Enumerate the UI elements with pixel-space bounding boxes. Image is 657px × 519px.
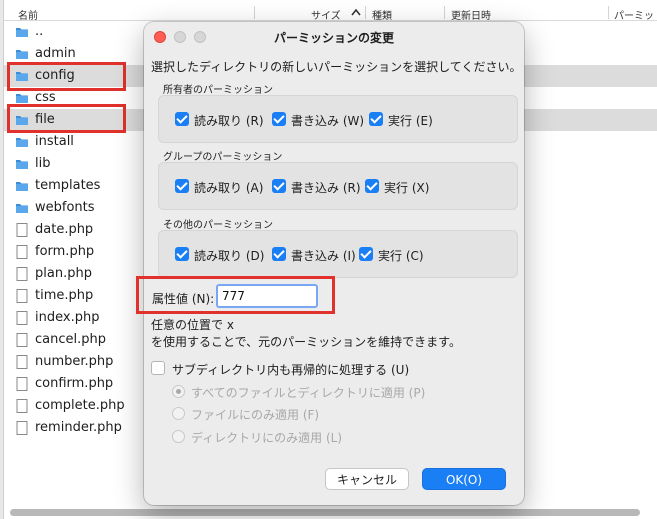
column-divider[interactable] (365, 6, 366, 19)
other-permissions-group: 読み取り (D) 書き込み (I) 実行 (C) (158, 230, 518, 278)
folder-icon (16, 182, 28, 191)
column-type[interactable]: 種類 (372, 7, 392, 22)
folder-icon (16, 204, 28, 213)
hint-line-1: 任意の位置で x (151, 318, 234, 332)
document-icon (16, 311, 28, 325)
document-icon (16, 377, 28, 391)
column-header: 名前 サイズ 種類 更新日時 パーミッ (4, 4, 657, 22)
file-name: lib (35, 156, 51, 171)
file-name: reminder.php (35, 420, 122, 435)
column-permissions[interactable]: パーミッ (614, 7, 654, 22)
other-permissions-label: その他のパーミッション (163, 220, 273, 231)
owner-permissions-group: 読み取り (R) 書き込み (W) 実行 (E) (158, 95, 518, 143)
file-name: css (35, 90, 56, 105)
dialog-titlebar[interactable]: パーミッションの変更 (144, 22, 524, 50)
file-name: templates (35, 178, 101, 193)
owner-permissions-label: 所有者のパーミッション (163, 85, 273, 96)
file-name: date.php (35, 222, 94, 237)
horizontal-scrollbar[interactable] (10, 509, 640, 516)
checkmark-icon (359, 247, 373, 261)
folder-icon (16, 50, 28, 59)
apply-files-radio[interactable] (172, 407, 185, 420)
hint-line-2: を使用することで、元のパーミッションを維持できます。 (151, 335, 461, 349)
folder-icon (16, 160, 28, 169)
file-name: plan.php (35, 266, 92, 281)
document-icon (16, 355, 28, 369)
apply-dirs-radio[interactable] (172, 430, 185, 443)
column-size[interactable]: サイズ (311, 7, 341, 22)
checkmark-icon (369, 112, 383, 126)
document-icon (16, 245, 28, 259)
document-icon (16, 267, 28, 281)
ok-button[interactable]: OK(O) (422, 468, 506, 490)
file-name: time.php (35, 288, 94, 303)
folder-icon (16, 94, 28, 103)
file-name: webfonts (35, 200, 95, 215)
checkmark-icon (272, 247, 286, 261)
column-divider[interactable] (254, 6, 255, 19)
instruction-text: 選択したディレクトリの新しいパーミッションを選択してください。 (151, 60, 522, 74)
file-name: number.php (35, 354, 114, 369)
attribute-label: 属性値 (N): (152, 292, 215, 306)
checkmark-icon (175, 112, 189, 126)
checkmark-icon (365, 179, 379, 193)
file-name: cancel.php (35, 332, 106, 347)
column-name[interactable]: 名前 (18, 7, 38, 22)
apply-all-label: すべてのファイルとディレクトリに適用 (P) (191, 386, 426, 400)
document-icon (16, 421, 28, 435)
document-icon (16, 399, 28, 413)
folder-icon (16, 138, 28, 147)
checkmark-icon (272, 179, 286, 193)
attribute-value-input[interactable] (216, 284, 318, 308)
checkmark-icon (272, 112, 286, 126)
file-name: .. (35, 24, 44, 39)
file-name: form.php (35, 244, 95, 259)
file-name: file (35, 112, 55, 127)
folder-icon (16, 116, 28, 125)
group-permissions-label: グループのパーミッション (163, 152, 283, 163)
file-name: confirm.php (35, 376, 114, 391)
permission-dialog: パーミッションの変更 選択したディレクトリの新しいパーミッションを選択してくださ… (144, 22, 524, 505)
folder-icon (16, 28, 28, 37)
cancel-button[interactable]: キャンセル (325, 468, 409, 490)
document-icon (16, 333, 28, 347)
sort-ascending-icon (351, 8, 361, 16)
file-name: config (35, 68, 75, 83)
column-divider[interactable] (608, 6, 609, 19)
group-permissions-group: 読み取り (A) 書き込み (R) 実行 (X) (158, 162, 518, 210)
document-icon (16, 223, 28, 237)
checkmark-icon (175, 247, 189, 261)
folder-icon (16, 72, 28, 81)
recurse-checkbox[interactable] (151, 361, 165, 375)
apply-all-radio[interactable] (172, 385, 185, 398)
apply-dirs-label: ディレクトリにのみ適用 (L) (191, 431, 343, 445)
dialog-title: パーミッションの変更 (273, 31, 394, 45)
file-name: install (35, 134, 74, 149)
apply-files-label: ファイルにのみ適用 (F) (191, 408, 320, 422)
file-name: complete.php (35, 398, 125, 413)
column-divider[interactable] (444, 6, 445, 19)
document-icon (16, 289, 28, 303)
file-name: admin (35, 46, 76, 61)
file-name: index.php (35, 310, 100, 325)
column-modified[interactable]: 更新日時 (451, 7, 491, 22)
checkmark-icon (175, 179, 189, 193)
recurse-label[interactable]: サブディレクトリ内も再帰的に処理する (U) (172, 361, 409, 378)
